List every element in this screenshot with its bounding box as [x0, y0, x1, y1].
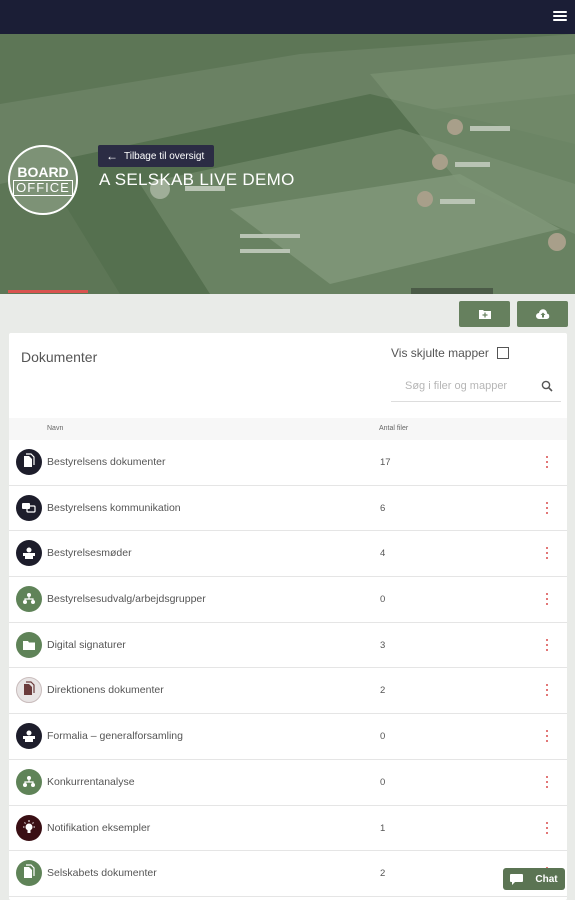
folder-name[interactable]: Selskabets dokumenter: [47, 867, 157, 879]
panel-title: Dokumenter: [21, 349, 98, 365]
folder-name[interactable]: Digital signaturer: [47, 639, 126, 651]
folder-name[interactable]: Bestyrelsens kommunikation: [47, 502, 181, 514]
column-header-name[interactable]: Navn: [47, 425, 63, 432]
chat-bubble-icon: [510, 873, 524, 885]
logo-text-board: BOARD: [17, 163, 69, 180]
more-options-icon[interactable]: [543, 682, 551, 698]
more-options-icon[interactable]: [543, 500, 551, 516]
top-bar: [0, 0, 575, 34]
folder-row[interactable]: Notifikation eksempler 1: [9, 806, 567, 852]
folder-row[interactable]: Selskabets dokumenter 2: [9, 851, 567, 897]
folder-file-count: 0: [380, 731, 386, 743]
board-office-logo: BOARD OFFICE: [8, 145, 78, 215]
search-input[interactable]: [391, 379, 531, 392]
folder-name[interactable]: Notifikation eksempler: [47, 822, 150, 834]
search-box: [391, 370, 561, 402]
chat-button[interactable]: Chat: [503, 868, 565, 890]
more-options-icon[interactable]: [543, 728, 551, 744]
folder-file-count: 17: [380, 457, 391, 468]
show-hidden-folders-toggle: Vis skjulte mapper: [391, 346, 509, 360]
folder-row[interactable]: Bestyrelsesmøder 4: [9, 531, 567, 578]
folder-name[interactable]: Formalia – generalforsamling: [47, 730, 183, 742]
folder-plus-icon: [478, 310, 491, 319]
folder-row[interactable]: Formalia – generalforsamling 0: [9, 714, 567, 760]
folder-row[interactable]: Bestyrelsens dokumenter 17: [9, 440, 567, 486]
chat-bubbles-icon: [16, 494, 42, 521]
folder-name[interactable]: Bestyrelsesudvalg/arbejdsgrupper: [47, 593, 206, 605]
cloud-upload-icon: [535, 309, 549, 319]
tab-people[interactable]: [246, 288, 328, 294]
folder-icon: [16, 631, 42, 658]
more-options-icon[interactable]: [543, 454, 551, 470]
search-icon[interactable]: [541, 380, 553, 392]
meeting-icon: [16, 540, 42, 567]
folder-row[interactable]: Direktionens dokumenter 2: [9, 668, 567, 715]
tab-meetings[interactable]: [164, 288, 246, 294]
documents-icon: [16, 677, 42, 704]
folder-file-count: 0: [380, 776, 386, 788]
tab-settings[interactable]: [493, 288, 575, 294]
more-options-icon[interactable]: [543, 591, 551, 607]
header-background-image: [0, 34, 575, 294]
hamburger-menu-icon[interactable]: [553, 9, 567, 23]
active-tab-indicator: [8, 290, 88, 293]
company-name: A SELSKAB LIVE DEMO: [99, 170, 295, 189]
table-header: Navn Antal filer: [9, 418, 567, 440]
company-header: BOARD OFFICE ← Tilbage til oversigt A SE…: [0, 34, 575, 294]
folder-name[interactable]: Bestyrelsens dokumenter: [47, 456, 165, 468]
folder-row[interactable]: Konkurrentanalyse 0: [9, 760, 567, 806]
more-options-icon[interactable]: [543, 820, 551, 836]
documents-panel: Dokumenter Vis skjulte mapper Navn Antal…: [9, 333, 567, 900]
back-button-label: Tilbage til oversigt: [124, 150, 205, 162]
folder-file-count: 6: [380, 502, 386, 514]
folder-name[interactable]: Direktionens dokumenter: [47, 684, 164, 696]
folder-file-count: 2: [380, 685, 386, 697]
more-options-icon[interactable]: [543, 774, 551, 790]
documents-icon: [16, 860, 42, 887]
show-hidden-label: Vis skjulte mapper: [391, 346, 489, 360]
more-options-icon[interactable]: [543, 637, 551, 653]
folder-name[interactable]: Bestyrelsesmøder: [47, 547, 132, 559]
lightbulb-icon: [16, 814, 42, 841]
back-to-overview-button[interactable]: ← Tilbage til oversigt: [98, 145, 215, 167]
folder-file-count: 2: [380, 868, 386, 880]
tab-library[interactable]: [329, 288, 411, 294]
more-options-icon[interactable]: [543, 545, 551, 561]
meeting-icon: [16, 723, 42, 750]
org-chart-icon: [16, 768, 42, 795]
tab-communication[interactable]: [82, 288, 164, 294]
org-chart-icon: [16, 586, 42, 613]
folder-row[interactable]: Bestyrelsesudvalg/arbejdsgrupper 0: [9, 577, 567, 623]
logo-text-office: OFFICE: [13, 179, 73, 196]
upload-button[interactable]: [517, 301, 568, 327]
folder-file-count: 3: [380, 639, 386, 651]
chat-label: Chat: [535, 873, 558, 885]
folder-list: Bestyrelsens dokumenter 17 Bestyrelsens ko…: [9, 440, 567, 897]
documents-icon: [16, 449, 42, 475]
folder-file-count: 4: [380, 548, 386, 560]
folder-name[interactable]: Konkurrentanalyse: [47, 776, 135, 788]
folder-row[interactable]: Digital signaturer 3: [9, 623, 567, 669]
arrow-left-icon: ←: [106, 149, 118, 163]
column-header-count[interactable]: Antal filer: [379, 425, 408, 432]
folder-file-count: 1: [380, 822, 386, 834]
new-folder-button[interactable]: [459, 301, 510, 327]
folder-file-count: 0: [380, 594, 386, 606]
tab-signing[interactable]: [410, 288, 493, 294]
folder-row[interactable]: Bestyrelsens kommunikation 6: [9, 486, 567, 532]
show-hidden-checkbox[interactable]: [496, 347, 509, 359]
